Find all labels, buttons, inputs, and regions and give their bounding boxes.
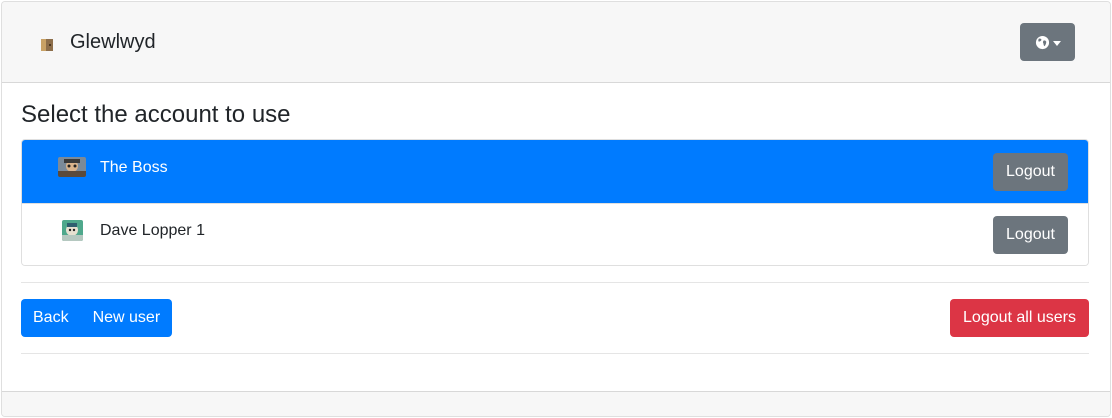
account-actions: Back New user — [21, 299, 173, 337]
globe-icon — [1035, 35, 1049, 49]
account-item-dave-lopper-1[interactable]: Dave Lopper 1 Logout — [22, 203, 1088, 265]
brand-name: Glewlwyd — [70, 31, 156, 53]
divider — [21, 282, 1089, 283]
account-list: The Boss Logout Dave Lopper 1 Logout — [21, 139, 1089, 266]
language-button[interactable] — [1020, 23, 1075, 61]
account-name: Dave Lopper 1 — [100, 222, 205, 239]
logout-button[interactable]: Logout — [993, 153, 1068, 191]
account-name: The Boss — [100, 159, 168, 176]
card-footer — [2, 391, 1110, 416]
logout-all-users-button[interactable]: Logout all users — [950, 299, 1089, 337]
new-user-button[interactable]: New user — [81, 299, 173, 337]
user-avatar-icon — [58, 157, 86, 177]
logout-button[interactable]: Logout — [993, 216, 1068, 254]
door-icon — [41, 39, 53, 51]
divider — [21, 353, 1089, 354]
chevron-down-icon — [1052, 40, 1061, 46]
back-button[interactable]: Back — [21, 299, 81, 337]
card-header: Glewlwyd — [2, 2, 1110, 83]
user-avatar-icon — [62, 220, 83, 241]
account-item-the-boss[interactable]: The Boss Logout — [22, 140, 1088, 203]
page-title: Select the account to use — [21, 101, 291, 128]
